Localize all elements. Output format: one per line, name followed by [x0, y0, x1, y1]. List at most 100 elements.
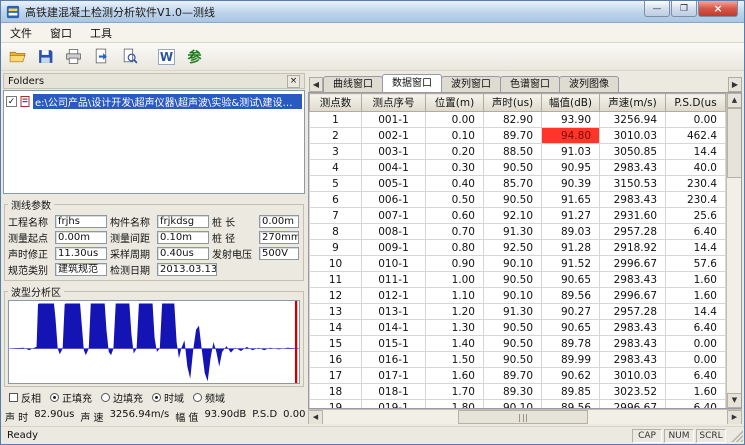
- column-header[interactable]: 测点序号: [362, 94, 426, 112]
- tab-3[interactable]: 波列窗口: [441, 76, 501, 92]
- table-row[interactable]: 4004-10.3090.5090.952983.4340.0: [310, 160, 726, 176]
- column-header[interactable]: 幅值(dB): [542, 94, 600, 112]
- tree-item-checkbox[interactable]: ✓: [6, 96, 17, 107]
- measure-interval-field[interactable]: 0.10m: [157, 231, 209, 244]
- table-row[interactable]: 19019-11.8090.1089.562996.676.40: [310, 400, 726, 410]
- horizontal-scroll-thumb[interactable]: [458, 410, 588, 424]
- freq-domain-option[interactable]: 频域: [193, 390, 225, 405]
- invert-checkbox[interactable]: [9, 393, 18, 402]
- fill-positive-option[interactable]: 正填充: [50, 390, 92, 405]
- tab-scroll-left-icon[interactable]: ◀: [309, 77, 323, 92]
- tab-scroll-right-icon[interactable]: ▶: [728, 77, 742, 92]
- title-bar[interactable]: 高铁建混凝土检测分析软件V1.0—测线 — ❐ ×: [1, 1, 744, 23]
- table-row[interactable]: 15015-11.4090.5089.782983.430.00: [310, 336, 726, 352]
- table-row[interactable]: 3003-10.2088.5091.033050.8514.4: [310, 144, 726, 160]
- spec-type-field[interactable]: 建筑规范: [55, 263, 107, 276]
- print-button[interactable]: [61, 45, 86, 68]
- line-params-group: 测线参数 工程名称 frjhs 构件名称 frjkdsg 桩 长 0.00m 测…: [4, 197, 304, 281]
- table-cell: 3150.53: [600, 176, 666, 192]
- menu-tools[interactable]: 工具: [81, 23, 121, 43]
- scroll-left-icon[interactable]: ◀: [308, 410, 323, 424]
- tab-5[interactable]: 波列图像: [559, 76, 619, 92]
- table-row[interactable]: 9009-10.8092.5091.282918.9214.4: [310, 240, 726, 256]
- horizontal-scrollbar[interactable]: ◀ ▶: [308, 409, 742, 424]
- pile-length-field[interactable]: 0.00m: [259, 215, 299, 228]
- table-row[interactable]: 17017-11.6089.7090.623010.036.40: [310, 368, 726, 384]
- table-row[interactable]: 7007-10.6092.1091.272931.6025.6: [310, 208, 726, 224]
- fill-positive-radio[interactable]: [50, 393, 59, 402]
- table-cell: 90.50: [484, 320, 542, 336]
- save-button[interactable]: [33, 45, 58, 68]
- measure-start-field[interactable]: 0.00m: [55, 231, 107, 244]
- pile-diameter-field[interactable]: 270mm: [259, 231, 299, 244]
- project-name-field[interactable]: frjhs: [55, 215, 107, 228]
- param-label: 测量间距: [110, 230, 154, 245]
- table-row[interactable]: 18018-11.7089.3089.853023.521.60: [310, 384, 726, 400]
- table-row[interactable]: 6006-10.5090.5091.652983.43230.4: [310, 192, 726, 208]
- column-header[interactable]: P.S.D(us: [666, 94, 726, 112]
- table-cell: 90.62: [542, 368, 600, 384]
- table-row[interactable]: 8008-10.7091.3089.032957.286.40: [310, 224, 726, 240]
- table-cell: 90.50: [484, 272, 542, 288]
- menu-file[interactable]: 文件: [1, 23, 41, 43]
- resize-grip[interactable]: [730, 429, 743, 442]
- fill-edge-option[interactable]: 边填充: [101, 390, 143, 405]
- time-domain-option[interactable]: 时域: [152, 390, 184, 405]
- test-date-field[interactable]: 2013.03.13: [157, 263, 217, 276]
- vertical-scroll-thumb[interactable]: [727, 108, 742, 178]
- param-label: 检测日期: [110, 262, 154, 277]
- table-cell: 19: [310, 400, 362, 410]
- maximize-button[interactable]: ❐: [671, 1, 697, 17]
- table-cell: 2983.43: [600, 320, 666, 336]
- time-domain-radio[interactable]: [152, 393, 161, 402]
- table-row[interactable]: 11011-11.0090.5090.652983.431.60: [310, 272, 726, 288]
- scroll-down-icon[interactable]: ▼: [727, 393, 742, 408]
- table-row[interactable]: 14014-11.3090.5090.652983.436.40: [310, 320, 726, 336]
- waveform-plot[interactable]: [8, 300, 300, 384]
- tab-4[interactable]: 色谱窗口: [500, 76, 560, 92]
- table-cell: 007-1: [362, 208, 426, 224]
- column-header[interactable]: 位置(m): [426, 94, 484, 112]
- table-row[interactable]: 1001-10.0082.9093.903256.940.00: [310, 112, 726, 128]
- export-button[interactable]: [89, 45, 114, 68]
- tab-2[interactable]: 数据窗口: [382, 74, 442, 92]
- table-row[interactable]: 13013-11.2091.3090.272957.2814.4: [310, 304, 726, 320]
- invert-option[interactable]: 反相: [9, 390, 41, 405]
- time-correction-field[interactable]: 11.30us: [55, 247, 107, 260]
- component-name-field[interactable]: frjkdsg: [157, 215, 209, 228]
- table-cell: 14.4: [666, 304, 726, 320]
- param-label: 声时修正: [8, 246, 52, 261]
- table-row[interactable]: 10010-10.9090.1091.522996.6757.6: [310, 256, 726, 272]
- table-row[interactable]: 5005-10.4085.7090.393150.53230.4: [310, 176, 726, 192]
- table-row[interactable]: 2002-10.1089.7094.803010.03462.4: [310, 128, 726, 144]
- tree-item-label: e:\公司产品\设计开发\超声仪器\超声波\实验&测试\建设标准cd\p003\…: [33, 94, 302, 109]
- table-row[interactable]: 16016-11.5090.5089.992983.430.00: [310, 352, 726, 368]
- parameter-button[interactable]: 参: [182, 45, 207, 68]
- fill-edge-radio[interactable]: [101, 393, 110, 402]
- scroll-up-icon[interactable]: ▲: [727, 93, 742, 108]
- close-button[interactable]: ×: [698, 1, 738, 17]
- tab-1[interactable]: 曲线窗口: [323, 76, 383, 92]
- panel-close-icon[interactable]: ×: [287, 75, 300, 88]
- freq-domain-radio[interactable]: [193, 393, 202, 402]
- column-header[interactable]: 声时(us): [484, 94, 542, 112]
- preview-button[interactable]: [117, 45, 142, 68]
- open-folder-icon: [9, 48, 26, 65]
- time-domain-label: 时域: [164, 390, 184, 405]
- vertical-scrollbar[interactable]: ▲ ▼: [726, 93, 741, 408]
- column-header[interactable]: 测点数: [310, 94, 362, 112]
- sample-period-field[interactable]: 0.40us: [157, 247, 209, 260]
- tree-item[interactable]: ✓ e:\公司产品\设计开发\超声仪器\超声波\实验&测试\建设标准cd\p00…: [6, 94, 302, 109]
- param-row: 声时修正 11.30us 采样周期 0.40us 发射电压 500V: [8, 246, 300, 261]
- folders-tree[interactable]: ✓ e:\公司产品\设计开发\超声仪器\超声波\实验&测试\建设标准cd\p00…: [3, 90, 305, 194]
- table-row[interactable]: 12012-11.1090.1089.562996.671.60: [310, 288, 726, 304]
- column-header[interactable]: 声速(m/s): [600, 94, 666, 112]
- word-export-button[interactable]: W: [154, 45, 179, 68]
- table-cell: 82.90: [484, 112, 542, 128]
- minimize-button[interactable]: —: [644, 1, 670, 17]
- menu-window[interactable]: 窗口: [41, 23, 81, 43]
- table-cell: 0.00: [666, 336, 726, 352]
- open-button[interactable]: [5, 45, 30, 68]
- scroll-right-icon[interactable]: ▶: [727, 410, 742, 424]
- voltage-field[interactable]: 500V: [259, 247, 299, 260]
